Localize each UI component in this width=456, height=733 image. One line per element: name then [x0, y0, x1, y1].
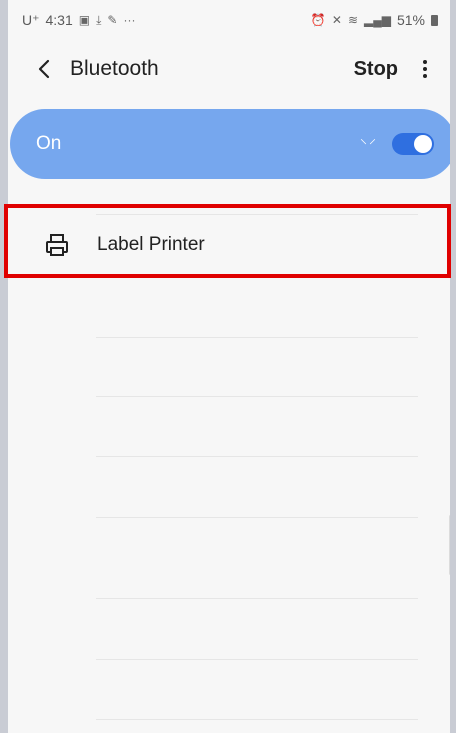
- app-header: Bluetooth Stop: [8, 44, 450, 94]
- status-left: U⁺ 4:31 ▣ ⤓ ✎ ···: [22, 12, 135, 29]
- divider: [96, 719, 418, 720]
- bluetooth-toggle-bar[interactable]: On ⸌⸍: [10, 109, 450, 179]
- highlight-box: [4, 204, 451, 278]
- scanning-spinner-icon: ⸌⸍: [360, 135, 378, 152]
- mute-icon: ✕: [331, 13, 342, 27]
- status-bar: U⁺ 4:31 ▣ ⤓ ✎ ··· ⏰ ✕ ≋ ▂▄▆ 51%: [8, 0, 450, 40]
- battery-percent: 51%: [396, 12, 425, 28]
- back-button[interactable]: [32, 57, 56, 81]
- more-dots-icon: ···: [123, 13, 136, 27]
- divider: [96, 517, 418, 518]
- stop-button[interactable]: Stop: [354, 58, 398, 81]
- pen-icon: ✎: [107, 13, 118, 27]
- download-icon: ⤓: [96, 12, 102, 27]
- carrier-label: U⁺: [22, 11, 40, 28]
- divider: [96, 598, 418, 599]
- divider: [96, 659, 418, 660]
- image-icon: ▣: [78, 13, 91, 27]
- chevron-left-icon: [38, 59, 50, 79]
- battery-icon: [431, 14, 438, 26]
- toggle-label: On: [36, 133, 62, 154]
- divider: [96, 456, 418, 457]
- status-right: ⏰ ✕ ≋ ▂▄▆ 51%: [311, 12, 438, 28]
- bluetooth-switch[interactable]: [392, 133, 434, 155]
- lte-icon: ≋: [347, 13, 358, 27]
- phone-screen: U⁺ 4:31 ▣ ⤓ ✎ ··· ⏰ ✕ ≋ ▂▄▆ 51% Bluetoot…: [8, 0, 450, 733]
- scrollbar[interactable]: [449, 515, 450, 575]
- more-options-icon[interactable]: [418, 57, 432, 81]
- divider: [96, 337, 418, 338]
- divider: [96, 396, 418, 397]
- signal-icon: ▂▄▆: [364, 13, 391, 27]
- switch-knob: [414, 135, 432, 153]
- alarm-icon: ⏰: [310, 13, 326, 27]
- status-time: 4:31: [45, 12, 73, 28]
- page-title: Bluetooth: [70, 57, 159, 80]
